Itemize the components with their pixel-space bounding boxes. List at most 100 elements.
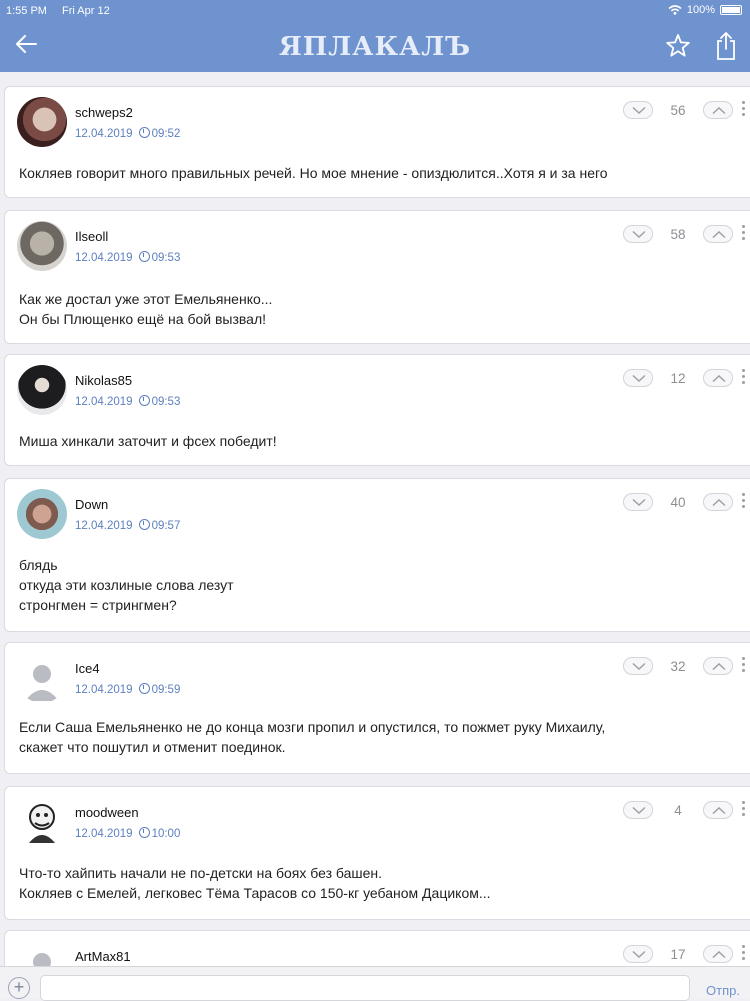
- avatar[interactable]: [17, 653, 67, 703]
- downvote-button[interactable]: [623, 101, 653, 119]
- more-menu-button[interactable]: [739, 223, 747, 243]
- comment-username[interactable]: schweps2: [75, 105, 133, 120]
- comment-time: 10:00: [151, 828, 181, 840]
- chevron-down-icon: [632, 950, 646, 958]
- avatar[interactable]: [17, 797, 67, 847]
- comment-text: Как же достал уже этот Емельяненко... Он…: [19, 291, 273, 327]
- clock-icon: [138, 683, 150, 694]
- more-menu-button[interactable]: [739, 943, 747, 963]
- reply-bar: + Отпр.: [0, 966, 750, 1001]
- upvote-button[interactable]: [703, 657, 733, 675]
- avatar[interactable]: [17, 221, 67, 271]
- more-menu-button[interactable]: [739, 655, 747, 675]
- comment-text: блядь откуда эти козлиные слова лезут ст…: [19, 557, 234, 613]
- add-attachment-button[interactable]: +: [8, 977, 30, 999]
- clock-icon: [138, 395, 150, 406]
- wifi-icon: [668, 5, 682, 15]
- upvote-button[interactable]: [703, 801, 733, 819]
- comment-date: 12.04.2019: [75, 128, 133, 140]
- comment-date: 12.04.2019: [75, 396, 133, 408]
- chevron-down-icon: [632, 662, 646, 670]
- nav-bar: ЯПЛАКАЛЪ: [0, 22, 750, 72]
- more-menu-button[interactable]: [739, 799, 747, 819]
- upvote-button[interactable]: [703, 945, 733, 963]
- send-button[interactable]: Отпр.: [706, 983, 740, 998]
- comment-card: Ice4 12.04.2019 09:59 32 Если Саша Емелья…: [4, 642, 750, 774]
- comment-date: 12.04.2019: [75, 520, 133, 532]
- chevron-down-icon: [632, 106, 646, 114]
- comment-username[interactable]: Ilseoll: [75, 229, 108, 244]
- comment-card: schweps2 12.04.2019 09:52 56 Кокляев гово…: [4, 86, 750, 198]
- comment-score: 4: [674, 803, 682, 818]
- downvote-button[interactable]: [623, 657, 653, 675]
- comment-card: Ilseoll 12.04.2019 09:53 58 Как же достал…: [4, 210, 750, 344]
- avatar[interactable]: [17, 365, 67, 415]
- chevron-down-icon: [632, 806, 646, 814]
- chevron-up-icon: [712, 807, 726, 815]
- share-button[interactable]: [714, 30, 738, 67]
- chevron-up-icon: [712, 375, 726, 383]
- site-logo: ЯПЛАКАЛЪ: [278, 32, 472, 62]
- upvote-button[interactable]: [703, 225, 733, 243]
- downvote-button[interactable]: [623, 801, 653, 819]
- downvote-button[interactable]: [623, 493, 653, 511]
- clock-icon: [138, 251, 150, 262]
- comment-text: Миша хинкали заточит и фсех победит!: [19, 433, 277, 449]
- avatar[interactable]: [17, 489, 67, 539]
- chevron-up-icon: [712, 663, 726, 671]
- comment-score: 56: [670, 103, 686, 118]
- upvote-button[interactable]: [703, 493, 733, 511]
- chevron-up-icon: [712, 231, 726, 239]
- comment-timestamp: 12.04.2019 09:53: [75, 251, 180, 264]
- share-icon: [717, 32, 735, 60]
- reply-input[interactable]: [40, 975, 690, 1001]
- status-time: 1:55 PM: [6, 5, 47, 17]
- chevron-down-icon: [632, 374, 646, 382]
- comment-date: 12.04.2019: [75, 828, 133, 840]
- comment-timestamp: 12.04.2019 09:59: [75, 683, 180, 696]
- comment-username[interactable]: ArtMax81: [75, 949, 131, 964]
- comment-card: moodween 12.04.2019 10:00 4 Что-то хайпит…: [4, 786, 750, 920]
- avatar[interactable]: [17, 97, 67, 147]
- more-menu-button[interactable]: [739, 367, 747, 387]
- comment-date: 12.04.2019: [75, 684, 133, 696]
- cartoon-avatar-icon: [29, 804, 55, 843]
- downvote-button[interactable]: [623, 369, 653, 387]
- comment-timestamp: 12.04.2019 09:52: [75, 127, 180, 140]
- comment-time: 09:59: [151, 684, 181, 696]
- comment-username[interactable]: Ice4: [75, 661, 100, 676]
- default-avatar-icon: [25, 665, 59, 701]
- battery-icon: [720, 5, 742, 15]
- comment-text: Кокляев говорит много правильных речей. …: [19, 165, 608, 181]
- comment-time: 09:53: [151, 252, 181, 264]
- comment-score: 58: [670, 227, 686, 242]
- comment-username[interactable]: Down: [75, 497, 108, 512]
- chevron-up-icon: [712, 107, 726, 115]
- comment-date: 12.04.2019: [75, 252, 133, 264]
- comment-score: 12: [670, 371, 686, 386]
- comment-timestamp: 12.04.2019 09:57: [75, 519, 180, 532]
- chevron-down-icon: [632, 230, 646, 238]
- downvote-button[interactable]: [623, 945, 653, 963]
- favorite-button[interactable]: [664, 32, 692, 65]
- clock-icon: [138, 519, 150, 530]
- comment-time: 09:52: [151, 128, 181, 140]
- chevron-up-icon: [712, 951, 726, 959]
- comment-username[interactable]: moodween: [75, 805, 139, 820]
- status-date: Fri Apr 12: [62, 5, 110, 17]
- more-menu-button[interactable]: [739, 491, 747, 511]
- comment-score: 17: [670, 947, 686, 962]
- status-bar: 1:55 PM Fri Apr 12 100%: [0, 0, 750, 22]
- comment-card: Nikolas85 12.04.2019 09:53 12 Миша хинкал…: [4, 354, 750, 466]
- chevron-down-icon: [632, 498, 646, 506]
- comment-username[interactable]: Nikolas85: [75, 373, 132, 388]
- more-menu-button[interactable]: [739, 99, 747, 119]
- star-icon: [666, 34, 690, 57]
- upvote-button[interactable]: [703, 101, 733, 119]
- comment-time: 09:57: [151, 520, 181, 532]
- downvote-button[interactable]: [623, 225, 653, 243]
- chevron-up-icon: [712, 499, 726, 507]
- clock-icon: [138, 827, 150, 838]
- upvote-button[interactable]: [703, 369, 733, 387]
- comment-time: 09:53: [151, 396, 181, 408]
